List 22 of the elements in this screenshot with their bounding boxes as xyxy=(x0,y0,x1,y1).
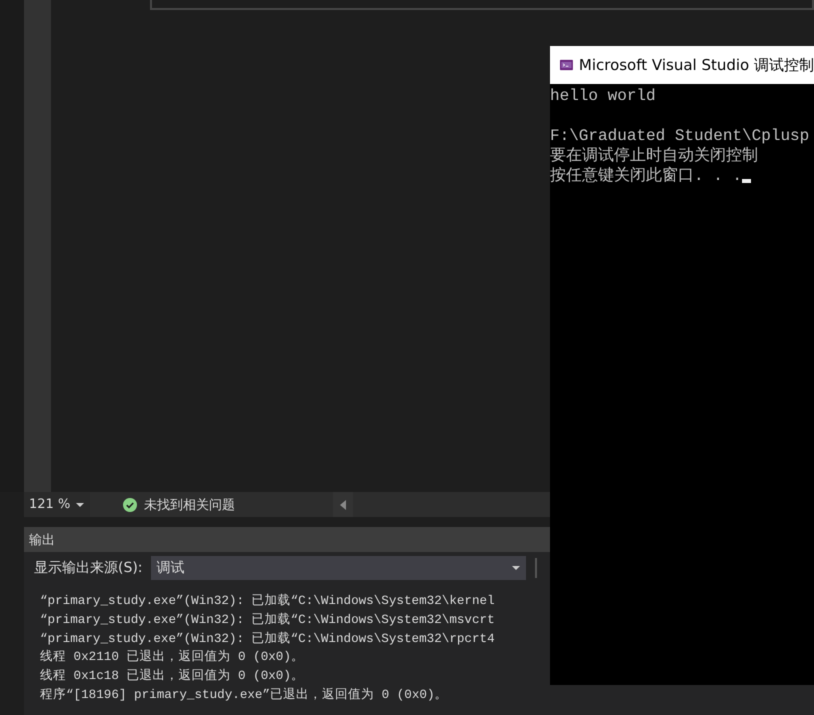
caret-icon xyxy=(512,566,520,570)
console-app-icon xyxy=(560,57,573,73)
output-line: 线程 0x1c18 已退出，返回值为 0 (0x0)。 xyxy=(40,668,305,686)
left-arrow-icon xyxy=(340,500,346,510)
console-text: 要在调试停止时自动关闭控制 xyxy=(550,146,758,166)
panel-title: 输出 xyxy=(29,532,55,548)
window-title: Microsoft Visual Studio 调试控制 xyxy=(578,56,814,74)
output-line: “primary_study.exe”(Win32): 已加载“C:\Windows\System32\kernel xyxy=(40,592,496,610)
caret-icon xyxy=(76,502,84,506)
scroll-left-button[interactable] xyxy=(333,492,353,517)
issues-status[interactable]: 未找到相关问题 xyxy=(144,496,235,514)
console-text: 按任意键关闭此窗口. . . xyxy=(550,166,742,186)
console-text: F:\Graduated Student\Cplusp xyxy=(550,126,810,146)
source-label: 显示输出来源(S): xyxy=(34,559,143,577)
output-line: 程序“[18196] primary_study.exe”已退出，返回值为 0 (0x0)。 xyxy=(40,686,449,704)
output-line: “primary_study.exe”(Win32): 已加载“C:\Windows\System32\msvcrt xyxy=(40,612,496,629)
console-text: hello world xyxy=(550,86,656,106)
check-icon xyxy=(123,498,137,512)
source-dropdown[interactable]: 调试 xyxy=(150,556,526,580)
output-line: “primary_study.exe”(Win32): 已加载“C:\Windows\System32\rpcrt4 xyxy=(40,630,496,648)
output-line: 线程 0x2110 已退出，返回值为 0 (0x0)。 xyxy=(40,648,305,666)
text-cursor xyxy=(742,179,752,183)
